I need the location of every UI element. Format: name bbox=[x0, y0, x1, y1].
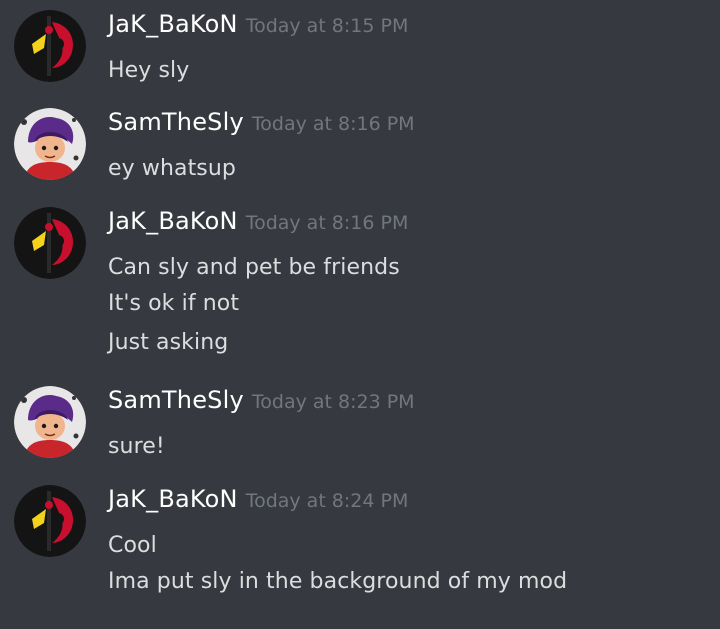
chat-messages: JaK_BaKoN Today at 8:15 PM Hey sly SamThe… bbox=[0, 0, 720, 629]
jak-bakon-avatar-icon[interactable] bbox=[14, 207, 86, 279]
jak-bakon-avatar-icon[interactable] bbox=[14, 10, 86, 82]
samthesly-avatar-icon[interactable] bbox=[14, 386, 86, 458]
message-text: It's ok if not bbox=[108, 291, 240, 316]
message-text: Cool bbox=[108, 533, 157, 558]
message-text: Just asking bbox=[108, 330, 229, 355]
samthesly-avatar-icon[interactable] bbox=[14, 108, 86, 180]
timestamp: Today at 8:24 PM bbox=[245, 490, 409, 512]
message-text: Can sly and pet be friends bbox=[108, 255, 400, 280]
jak-bakon-avatar-icon[interactable] bbox=[14, 485, 86, 557]
username[interactable]: SamTheSly bbox=[108, 108, 244, 136]
username[interactable]: SamTheSly bbox=[108, 386, 244, 414]
timestamp: Today at 8:23 PM bbox=[251, 391, 415, 413]
message-header: JaK_BaKoN Today at 8:15 PM bbox=[108, 10, 408, 46]
timestamp: Today at 8:16 PM bbox=[245, 212, 409, 234]
message-text: Hey sly bbox=[108, 58, 190, 83]
username[interactable]: JaK_BaKoN bbox=[108, 207, 238, 235]
message-header: JaK_BaKoN Today at 8:16 PM bbox=[108, 207, 408, 243]
message-header: JaK_BaKoN Today at 8:24 PM bbox=[108, 485, 408, 521]
message-text: Ima put sly in the background of my mod bbox=[108, 569, 568, 594]
username[interactable]: JaK_BaKoN bbox=[108, 485, 238, 513]
timestamp: Today at 8:15 PM bbox=[245, 15, 409, 37]
timestamp: Today at 8:16 PM bbox=[251, 113, 415, 135]
username[interactable]: JaK_BaKoN bbox=[108, 10, 238, 38]
message-text: sure! bbox=[108, 434, 165, 459]
message-text: ey whatsup bbox=[108, 156, 236, 181]
message-header: SamTheSly Today at 8:16 PM bbox=[108, 108, 415, 144]
message-header: SamTheSly Today at 8:23 PM bbox=[108, 386, 415, 422]
